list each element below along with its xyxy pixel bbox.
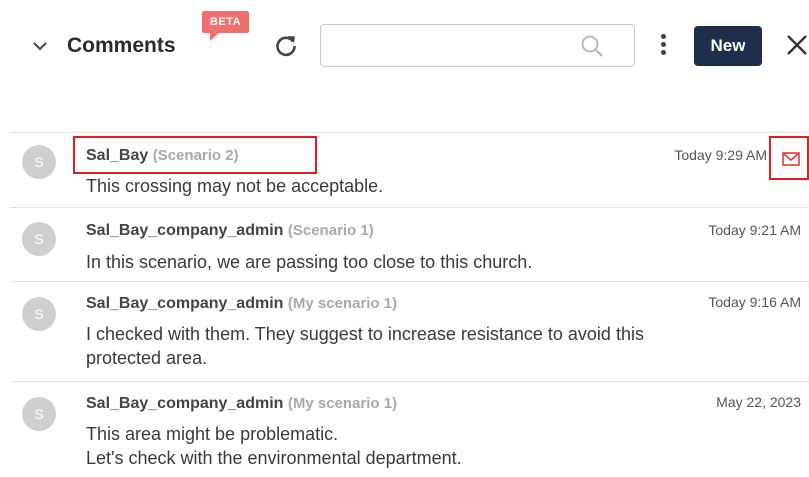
- comment-body: I checked with them. They suggest to inc…: [86, 322, 766, 370]
- comment-author: Sal_Bay_company_admin: [86, 222, 284, 239]
- new-comment-button[interactable]: New: [694, 26, 762, 66]
- avatar: S: [22, 222, 56, 256]
- comment-author: Sal_Bay_company_admin: [86, 395, 284, 412]
- avatar: S: [22, 397, 56, 431]
- beta-badge-tail: [210, 32, 220, 41]
- comment-line: In this scenario, we are passing too clo…: [86, 252, 533, 272]
- comment-line: protected area.: [86, 348, 208, 368]
- comment-scenario: (Scenario 1): [287, 222, 374, 239]
- comment-scenario: (My scenario 1): [287, 395, 398, 412]
- comment-line: I checked with them. They suggest to inc…: [86, 324, 644, 344]
- panel-title: Comments: [67, 34, 176, 57]
- comment-scenario: (My scenario 1): [287, 295, 398, 312]
- mail-highlight-box: [769, 136, 809, 180]
- comment-item[interactable]: S Sal_Bay_company_admin (My scenario 1) …: [10, 281, 809, 381]
- more-options-icon[interactable]: [656, 34, 670, 60]
- comment-body: This crossing may not be acceptable.: [86, 174, 766, 198]
- search-field[interactable]: [320, 24, 635, 67]
- comments-header: Comments BETA New: [0, 0, 809, 100]
- comment-line: Let's check with the environmental depar…: [86, 448, 462, 468]
- comment-line: This crossing may not be acceptable.: [86, 176, 384, 196]
- comment-meta: Sal_Bay_company_admin (My scenario 1): [86, 295, 397, 313]
- comment-item[interactable]: S Sal_Bay (Scenario 2) Today 9:29 AM Thi…: [10, 132, 809, 207]
- avatar: S: [22, 297, 56, 331]
- refresh-icon[interactable]: [273, 33, 299, 59]
- comment-timestamp: Today 9:21 AM: [708, 222, 801, 238]
- comment-meta: Sal_Bay_company_admin (Scenario 1): [86, 222, 374, 240]
- comment-author: Sal_Bay_company_admin: [86, 295, 284, 312]
- mail-icon[interactable]: [782, 152, 800, 166]
- comment-body: In this scenario, we are passing too clo…: [86, 250, 766, 274]
- comment-timestamp: Today 9:16 AM: [708, 294, 801, 310]
- comment-timestamp: May 22, 2023: [716, 394, 801, 410]
- chevron-down-icon[interactable]: [30, 36, 50, 56]
- comment-list: S Sal_Bay (Scenario 2) Today 9:29 AM Thi…: [10, 132, 809, 477]
- beta-badge: BETA: [202, 11, 249, 41]
- avatar: S: [22, 145, 56, 179]
- comment-body: This area might be problematic. Let's ch…: [86, 422, 766, 470]
- beta-badge-label: BETA: [202, 11, 249, 33]
- search-icon[interactable]: [579, 33, 605, 59]
- comment-item[interactable]: S Sal_Bay_company_admin (My scenario 1) …: [10, 381, 809, 477]
- author-highlight-box: [73, 136, 317, 174]
- comment-item[interactable]: S Sal_Bay_company_admin (Scenario 1) Tod…: [10, 207, 809, 281]
- close-icon[interactable]: [786, 34, 808, 56]
- search-input[interactable]: [329, 33, 573, 61]
- comment-line: This area might be problematic.: [86, 424, 339, 444]
- comment-timestamp: Today 9:29 AM: [674, 147, 767, 163]
- comment-meta: Sal_Bay_company_admin (My scenario 1): [86, 395, 397, 413]
